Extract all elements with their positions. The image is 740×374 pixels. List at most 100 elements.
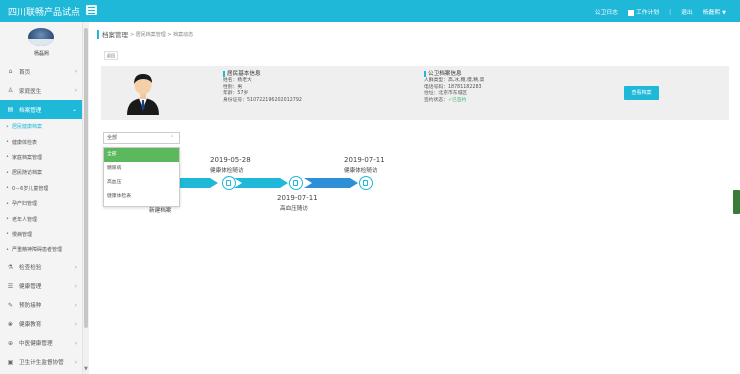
plan-label: 工作计划: [635, 10, 660, 16]
breadcrumb: 档案管理 > 居民档案管理 > 档案动态: [97, 29, 193, 39]
timeline-date: 2019-07-11: [277, 194, 318, 202]
chevron-down-icon: ⌃: [169, 135, 174, 141]
sidebar-item-doctor[interactable]: ♙ 家庭医生 ›: [0, 81, 82, 100]
sidebar-item-label: 首页: [19, 69, 31, 76]
user-name-label: 杨磊熙: [702, 10, 721, 16]
back-button[interactable]: 返回: [104, 51, 118, 60]
herb-icon: ⊕: [7, 339, 14, 347]
plan-link[interactable]: 工作计划: [627, 7, 660, 16]
sidebar-subitem-family-archive[interactable]: 家庭档案管理: [0, 150, 82, 165]
event-filter-dropdown: 全部 糖尿病 高血压 健康体检表: [103, 147, 180, 207]
avatar: [28, 28, 54, 46]
timeline-date: 2019-07-11: [344, 156, 385, 164]
filter-option[interactable]: 全部: [104, 148, 179, 162]
sign-status-label: 签约状态：: [424, 97, 448, 103]
event-filter-select[interactable]: 全部 ⌃: [103, 132, 180, 144]
timeline-node-hypertension[interactable]: [289, 176, 303, 190]
sign-status-value: ✓已签约: [448, 97, 467, 103]
chevron-down-icon: ⌄: [71, 106, 77, 113]
scrollbar-thumb[interactable]: [84, 28, 88, 328]
shield-icon: ▣: [7, 358, 14, 366]
logout-link[interactable]: 退出: [681, 7, 693, 16]
crowd-type: 人群类型：高,冰,糖,慢,精,高: [424, 78, 485, 84]
breadcrumb-root[interactable]: 档案管理: [102, 29, 128, 39]
divider: |: [669, 8, 672, 15]
sidebar-item-home[interactable]: ⌂ 首页 ›: [0, 62, 82, 81]
basic-info-title: 居民基本信息: [223, 71, 302, 78]
sidebar-subitem-chronic[interactable]: 慢病管理: [0, 227, 82, 242]
chevron-right-icon: ›: [74, 358, 77, 366]
filter-option[interactable]: 糖尿病: [104, 162, 179, 176]
sidebar-item-health-mgmt[interactable]: ☰ 健康管理 ›: [0, 277, 82, 296]
app-title: 四川联畅产品试点: [8, 8, 81, 18]
sidebar-subitem-resident-archive[interactable]: 居民健康档案: [0, 119, 82, 134]
sidebar-subitem-checkup-form[interactable]: 健康体检表: [0, 134, 82, 149]
sidebar-subitem-mental[interactable]: 严重精神障碍患者管理: [0, 242, 82, 257]
sidebar-item-label: 中医健康管理: [19, 341, 53, 348]
sidebar-subitem-elderly[interactable]: 老年人管理: [0, 211, 82, 226]
sidebar-nav: ⌂ 首页 › ♙ 家庭医生 › ▤ 档案管理 ⌄ 居民健康档案 健康体检表 家庭档案管理 居…: [0, 62, 82, 372]
breadcrumb-marker: [97, 29, 99, 39]
chevron-right-icon: ›: [74, 301, 77, 309]
sidebar-item-label: 健康教育: [19, 322, 42, 329]
hamburger-icon[interactable]: [86, 5, 97, 15]
timeline-arrows: [170, 178, 358, 188]
timeline-node-checkup-2[interactable]: [359, 176, 373, 190]
book-icon: ❀: [7, 320, 14, 328]
chevron-right-icon: ›: [74, 282, 77, 290]
timeline-segment: [234, 178, 288, 188]
timeline-event-label: 高血压随访: [280, 206, 308, 212]
side-feedback-tab[interactable]: [733, 190, 740, 214]
sidebar-user-name: 杨磊熙: [33, 51, 49, 57]
timeline-node-checkup[interactable]: [222, 176, 236, 190]
timeline-event-label: 健康体检随访: [210, 168, 244, 174]
person-avatar-icon: [127, 74, 159, 115]
top-header: 四川联畅产品试点 公卫日志 工作计划 | 退出 杨磊熙 ▼: [0, 0, 740, 22]
chevron-right-icon: ›: [74, 87, 77, 94]
sidebar-item-education[interactable]: ❀ 健康教育 ›: [0, 315, 82, 334]
home-icon: ⌂: [8, 68, 13, 75]
sidebar: 杨磊熙 ⌂ 首页 › ♙ 家庭医生 › ▤ 档案管理 ⌄ 居民健康档案 健康体检表 家庭档案…: [0, 22, 83, 374]
timeline-segment: [304, 178, 358, 188]
sidebar-item-archive[interactable]: ▤ 档案管理 ⌄: [0, 100, 82, 119]
timeline-date: 2019-05-28: [210, 156, 251, 164]
sidebar-item-label: 检查检验: [19, 265, 42, 272]
filter-selected-value: 全部: [107, 135, 118, 141]
sidebar-item-supervision[interactable]: ▣ 卫生计生监督协管 ›: [0, 353, 82, 372]
breadcrumb-path: > 居民档案管理 > 档案动态: [130, 31, 194, 38]
flask-icon: ⚗: [7, 263, 14, 271]
gw-info-section: 公卫档案信息 人群类型：高,冰,糖,慢,精,高 电话号码：18781182283…: [424, 71, 484, 104]
sign-status: 签约状态：✓已签约: [424, 98, 484, 104]
timeline-event-label: 新建档案: [149, 208, 172, 214]
notice-link[interactable]: 公卫日志: [595, 7, 618, 16]
sidebar-item-lab[interactable]: ⚗ 检查检验 ›: [0, 258, 82, 277]
plan-icon: [627, 9, 634, 16]
sidebar-scrollbar[interactable]: ▼: [83, 22, 89, 374]
sidebar-item-label: 家庭医生: [19, 88, 42, 95]
scroll-down-icon[interactable]: ▼: [84, 366, 88, 372]
syringe-icon: ✎: [7, 301, 14, 309]
header-actions: 公卫日志 工作计划 | 退出 杨磊熙 ▼: [595, 7, 726, 17]
view-archive-button[interactable]: 查看档案: [624, 86, 659, 100]
timeline-event-label: 健康体检随访: [344, 168, 378, 174]
document-icon: [363, 180, 368, 186]
sidebar-subitem-maternal[interactable]: 孕产妇管理: [0, 196, 82, 211]
document-icon: [293, 180, 298, 186]
doctor-icon: ♙: [7, 87, 14, 94]
sidebar-subitem-followup-archive[interactable]: 居民随访档案: [0, 165, 82, 180]
chevron-right-icon: ›: [74, 339, 77, 347]
filter-option[interactable]: 高血压: [104, 176, 179, 190]
chevron-right-icon: ›: [74, 263, 77, 271]
archive-icon: ▤: [7, 106, 14, 113]
sidebar-item-label: 预防接种: [19, 303, 42, 310]
sidebar-item-label: 健康管理: [19, 284, 42, 291]
chevron-right-icon: ›: [74, 68, 77, 75]
filter-option[interactable]: 健康体检表: [104, 190, 179, 204]
chevron-right-icon: ›: [74, 320, 77, 328]
sidebar-subitem-child[interactable]: 0－6岁儿童管理: [0, 181, 82, 196]
sidebar-item-vaccination[interactable]: ✎ 预防接种 ›: [0, 296, 82, 315]
sidebar-item-tcm[interactable]: ⊕ 中医健康管理 ›: [0, 334, 82, 353]
caret-down-icon: ▼: [722, 10, 726, 16]
list-icon: ☰: [7, 282, 14, 290]
user-menu[interactable]: 杨磊熙 ▼: [703, 7, 726, 16]
